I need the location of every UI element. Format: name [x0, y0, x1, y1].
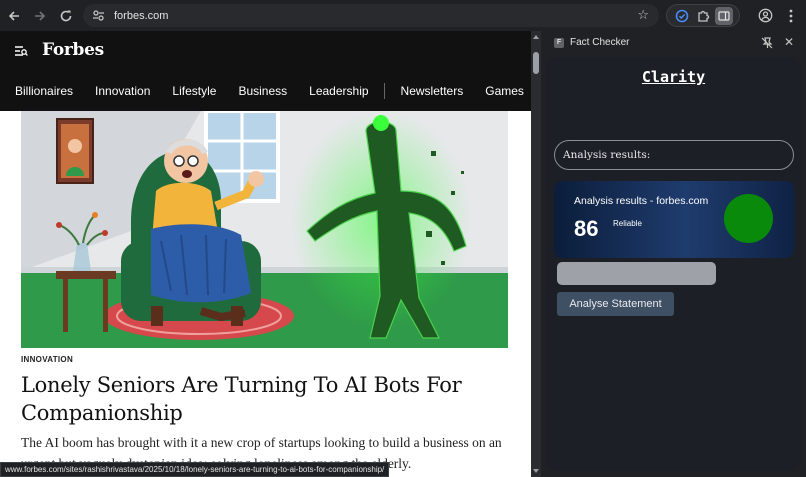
fact-checker-favicon-icon: F	[554, 38, 564, 48]
hero-illustration	[21, 111, 508, 348]
close-icon[interactable]: ✕	[784, 35, 794, 49]
bookmark-star-icon[interactable]: ☆	[637, 7, 649, 23]
hamburger-search-icon[interactable]	[14, 44, 28, 58]
scroll-up-arrow-icon[interactable]	[533, 35, 539, 39]
nav-item-newsletters[interactable]: Newsletters	[401, 84, 464, 98]
extensions-group	[666, 4, 740, 27]
fact-checker-extension-icon[interactable]	[673, 7, 691, 25]
side-panel-toggle-icon[interactable]	[715, 6, 734, 25]
side-panel: F Fact Checker ✕ Clarity Analysis result…	[541, 31, 806, 477]
nav-item-games[interactable]: Games	[485, 84, 524, 98]
nav-item-billionaires[interactable]: Billionaires	[15, 84, 73, 98]
unpin-icon[interactable]	[760, 36, 774, 50]
result-card-title: Analysis results - forbes.com	[574, 195, 709, 207]
forbes-logo[interactable]: Forbes	[42, 40, 104, 60]
nav-item-business[interactable]: Business	[238, 84, 287, 98]
analyse-statement-button[interactable]: Analyse Statement	[557, 292, 674, 316]
nav-item-innovation[interactable]: Innovation	[95, 84, 150, 98]
reliability-rating: Reliable	[613, 219, 642, 228]
nav-item-lifestyle[interactable]: Lifestyle	[172, 84, 216, 98]
forward-arrow-icon[interactable]	[28, 4, 52, 28]
page-scrollbar[interactable]	[531, 31, 541, 477]
reliability-score: 86	[574, 216, 599, 241]
reliability-indicator	[724, 194, 773, 243]
nav-divider	[383, 83, 385, 99]
web-page: Forbes Billionaires Innovation Lifestyle…	[0, 31, 531, 477]
browser-toolbar: forbes.com ☆	[0, 0, 806, 31]
back-arrow-icon[interactable]	[2, 4, 26, 28]
profile-avatar-icon[interactable]	[754, 4, 776, 27]
statement-input[interactable]	[557, 262, 716, 285]
site-settings-icon[interactable]	[91, 9, 105, 23]
extensions-puzzle-icon[interactable]	[694, 7, 712, 25]
app-title: Clarity	[641, 68, 706, 86]
address-bar[interactable]: forbes.com ☆	[83, 4, 659, 27]
browser-window: forbes.com ☆ Forbes Billionaires Innovat…	[0, 0, 806, 477]
link-status-bar: www.forbes.com/sites/rashishrivastava/20…	[0, 462, 390, 477]
side-panel-title[interactable]: Fact Checker	[570, 37, 629, 48]
forbes-header: Forbes	[0, 31, 531, 71]
forbes-nav: Billionaires Innovation Lifestyle Busine…	[0, 71, 531, 111]
scroll-down-arrow-icon[interactable]	[533, 469, 539, 473]
article-category[interactable]: INNOVATION	[21, 355, 73, 364]
address-bar-url: forbes.com	[114, 9, 169, 22]
nav-item-leadership[interactable]: Leadership	[309, 84, 368, 98]
article-headline: Lonely Seniors Are Turning To AI Bots Fo…	[21, 373, 462, 425]
scrollbar-thumb[interactable]	[533, 52, 539, 74]
kebab-menu-icon[interactable]	[780, 4, 802, 27]
analysis-results-label: Analysis results:	[554, 140, 794, 170]
reload-icon[interactable]	[54, 4, 78, 28]
side-panel-header: F Fact Checker ✕	[541, 31, 806, 57]
analysis-result-card: Analysis results - forbes.com 86 Reliabl…	[554, 181, 794, 258]
clarity-panel: Clarity Analysis results: Analysis resul…	[546, 57, 801, 471]
